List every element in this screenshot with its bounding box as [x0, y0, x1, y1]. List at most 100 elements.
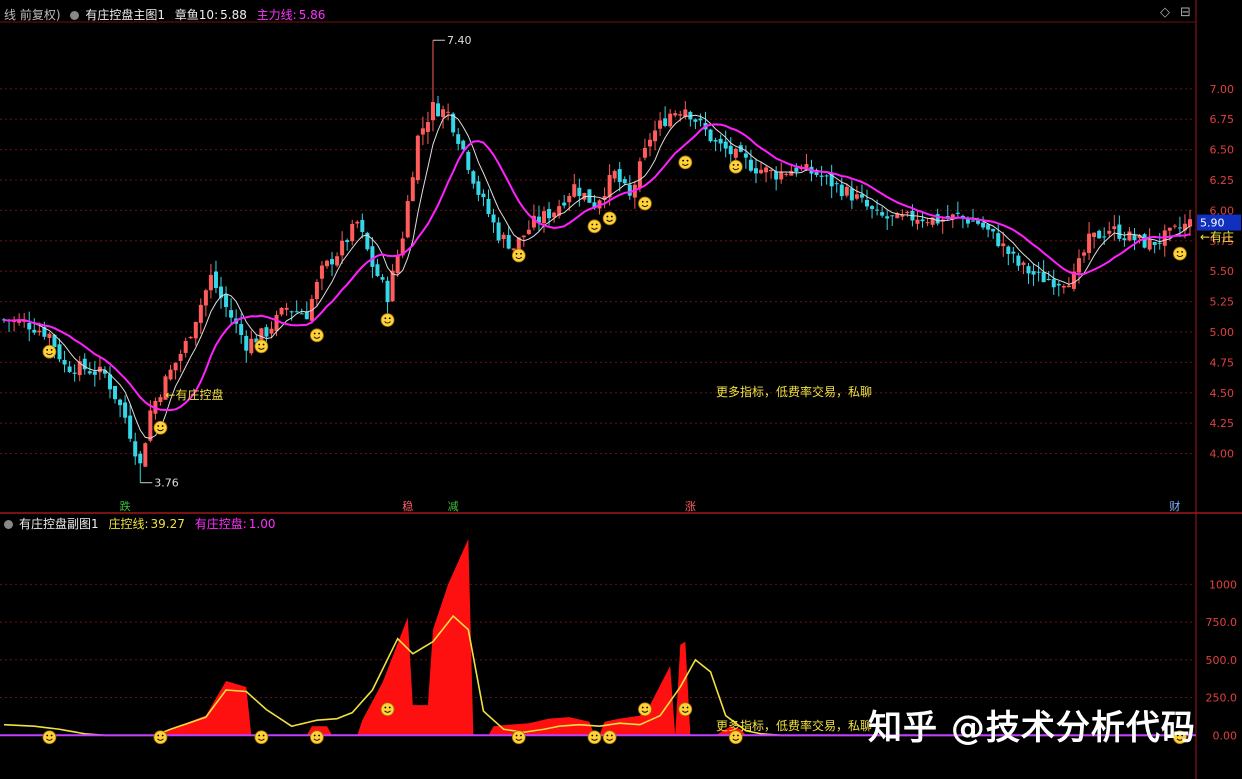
candle-body — [279, 307, 284, 315]
candle-body — [577, 187, 582, 197]
candle-body — [183, 340, 188, 353]
smiley-icon — [728, 159, 743, 174]
candle-body — [759, 169, 764, 174]
candle-body — [390, 270, 395, 302]
smiley-icon — [42, 730, 57, 745]
candle-body — [32, 329, 37, 333]
candle-body — [107, 374, 112, 390]
candle-body — [133, 441, 138, 457]
smiley-eye — [515, 734, 518, 737]
dropdown-circle-icon[interactable] — [70, 11, 80, 20]
smiley-eye — [384, 706, 387, 709]
candle-body — [168, 369, 173, 380]
candle-body — [915, 219, 920, 224]
candle-body — [62, 360, 67, 365]
candle-body — [173, 362, 178, 371]
candle-body — [446, 111, 451, 113]
candle-body — [289, 311, 294, 313]
sub-line2-value: 1.00 — [248, 517, 276, 531]
candle-body — [905, 211, 910, 214]
candle-body — [1097, 230, 1102, 239]
sub-tick-label: 1000 — [1209, 578, 1237, 591]
main-indicator-name[interactable]: 有庄控盘主图1 — [85, 8, 165, 22]
min-price-label: 3.76 — [154, 477, 179, 490]
smiley-icon — [678, 702, 693, 717]
candle-body — [1061, 285, 1066, 288]
smiley-eye — [46, 349, 49, 351]
smiley-icon — [153, 730, 168, 745]
candle-body — [753, 168, 758, 174]
candle-body — [405, 201, 410, 238]
smiley-icon — [638, 196, 652, 211]
smiley-eye — [520, 252, 522, 255]
smiley-eye — [610, 734, 613, 737]
line2-value: 5.86 — [298, 8, 326, 22]
candle-body — [612, 170, 617, 179]
candle-body — [436, 103, 441, 117]
smiley-eye — [262, 343, 265, 346]
price-tick-label: 6.50 — [1210, 144, 1235, 157]
smiley-eye — [732, 734, 735, 737]
candle-body — [224, 293, 229, 308]
smiley-eye — [388, 706, 391, 709]
candle-body — [1102, 236, 1107, 238]
smiley-eye — [520, 734, 522, 737]
smiley-icon — [602, 211, 617, 226]
candle-body — [733, 148, 738, 158]
candle-body — [854, 194, 859, 199]
candle-body — [824, 175, 829, 177]
candle-body — [203, 290, 208, 306]
candle-body — [779, 171, 784, 180]
candle-body — [542, 211, 547, 224]
candle-body — [1172, 225, 1177, 227]
candle-body — [430, 102, 435, 121]
smiley-eye — [161, 425, 164, 427]
candle-body — [239, 324, 244, 335]
candle-body — [748, 159, 753, 171]
candle-body — [562, 202, 567, 206]
smiley-icon — [380, 702, 395, 717]
smiley-icon — [587, 219, 602, 234]
candle-body — [647, 139, 652, 147]
candle-body — [67, 366, 72, 372]
smiley-icon — [153, 420, 168, 435]
smiley-icon — [42, 344, 57, 359]
candle-body — [441, 109, 446, 118]
price-tick-label: 4.75 — [1210, 356, 1235, 369]
smiley-eye — [646, 706, 649, 709]
candle-body — [547, 208, 552, 219]
candle-body — [345, 240, 350, 243]
candle-body — [668, 113, 673, 127]
window-toggle-icon[interactable]: ⊟ — [1180, 5, 1191, 20]
sub-indicator-name[interactable]: 有庄控盘副图1 — [19, 517, 99, 531]
candle-body — [496, 222, 501, 241]
candle-body — [249, 338, 254, 354]
diamond-icon[interactable]: ◇ — [1160, 5, 1170, 20]
candle-body — [198, 304, 203, 323]
candle-body — [1056, 283, 1061, 286]
smiley-eye — [157, 425, 160, 427]
candle-body — [1001, 243, 1006, 247]
candle-body — [976, 220, 981, 224]
candle-body — [819, 175, 824, 177]
candle-body — [57, 344, 62, 360]
main-title-partial: 线 前复权) — [4, 8, 61, 22]
candle-body — [970, 220, 975, 222]
candle-body — [890, 215, 895, 217]
candle-body — [330, 259, 335, 265]
sub-line2-label: 有庄控盘: — [194, 517, 247, 531]
price-tick-label: 6.25 — [1210, 174, 1235, 187]
dropdown-circle-icon[interactable] — [4, 520, 13, 529]
candle-body — [92, 371, 97, 375]
candle-body — [1031, 271, 1036, 275]
candle-body — [617, 169, 622, 182]
candle-body — [1157, 242, 1162, 244]
sub-tick-label: 500.0 — [1206, 654, 1238, 667]
candle-body — [1107, 230, 1112, 234]
candle-body — [213, 271, 218, 289]
stock-chart[interactable]: 4.004.254.504.755.005.255.505.756.006.25… — [0, 0, 1242, 779]
candle-body — [128, 415, 133, 439]
candle-body — [274, 315, 279, 332]
smiley-eye — [641, 200, 644, 203]
candle-body — [925, 222, 930, 224]
